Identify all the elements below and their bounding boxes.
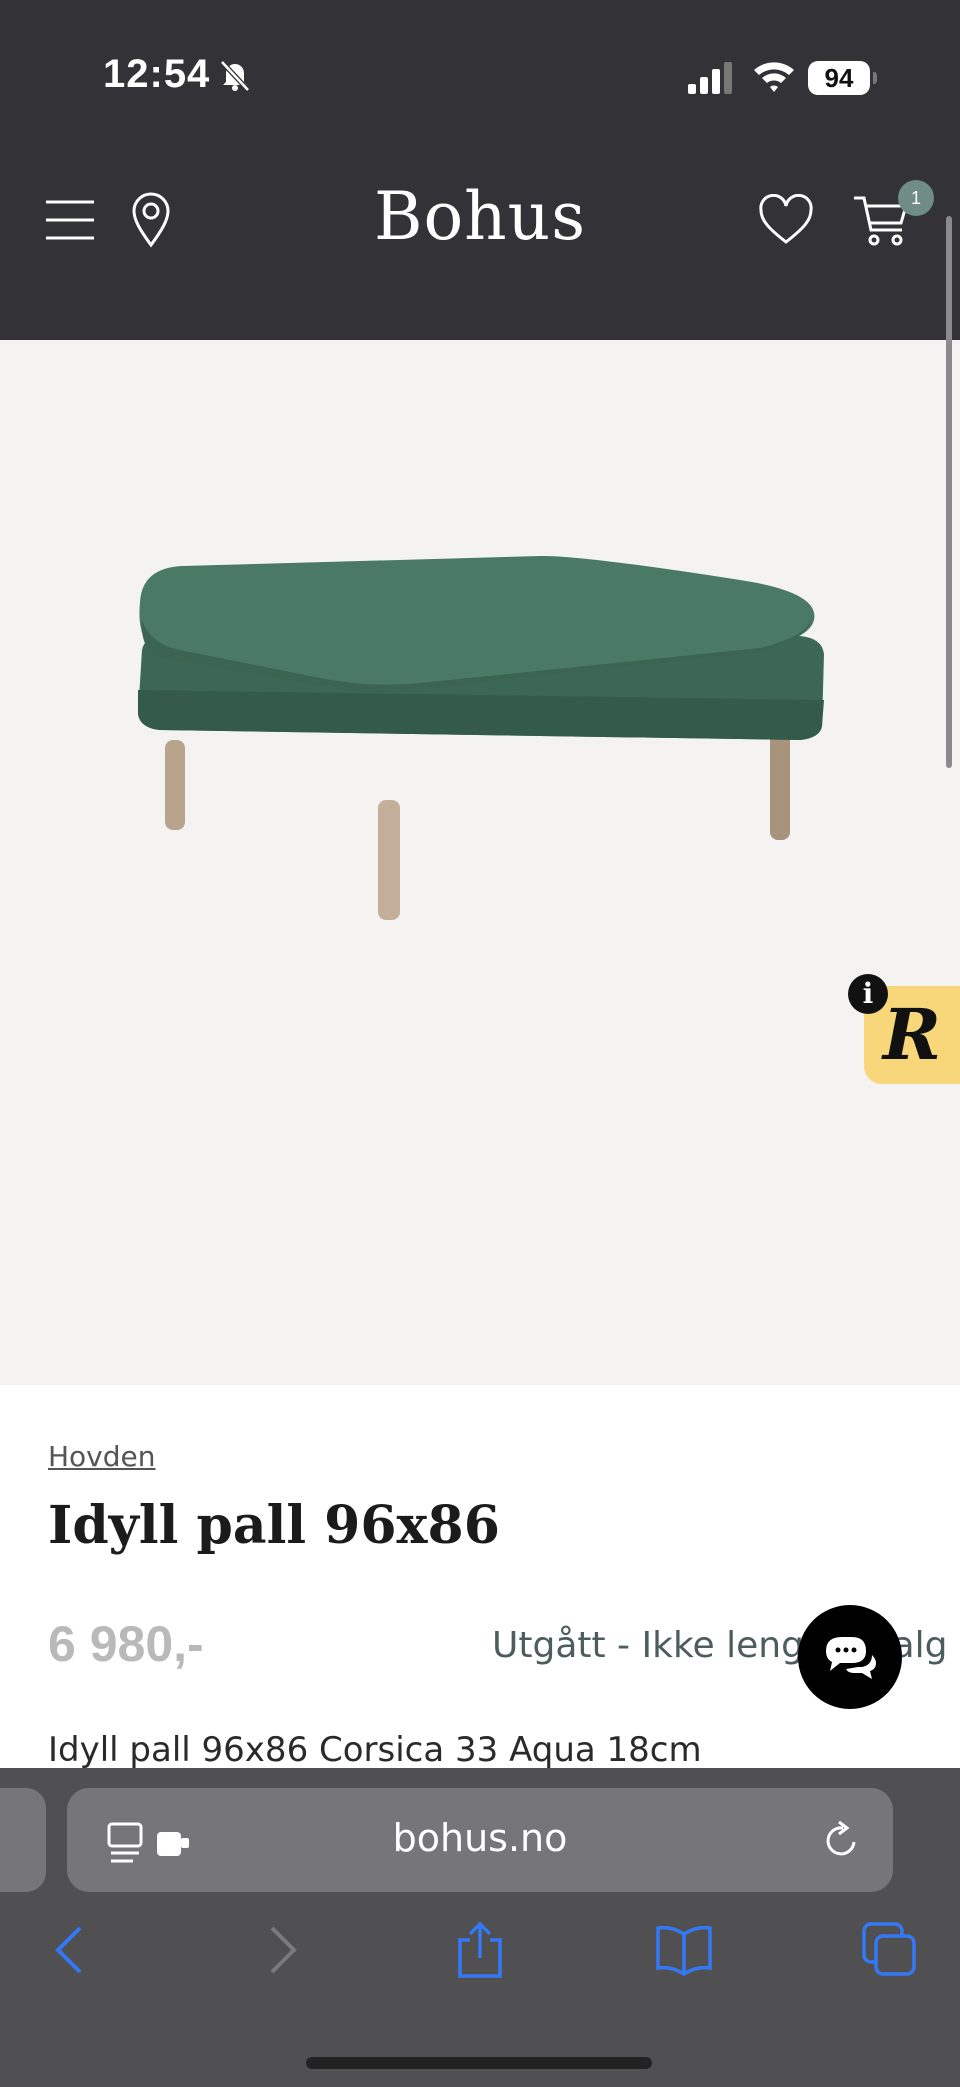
bell-slash-icon (220, 60, 250, 92)
hamburger-menu-icon[interactable] (46, 198, 94, 242)
breadcrumb-link[interactable]: Hovden (48, 1440, 156, 1473)
wifi-icon (754, 62, 794, 92)
status-time: 12:54 (103, 52, 211, 96)
page-settings-icon[interactable] (107, 1820, 207, 1864)
product-title: Idyll pall 96x86 (48, 1495, 500, 1556)
back-chevron-icon[interactable] (44, 1922, 100, 1978)
reload-icon[interactable] (821, 1820, 861, 1860)
product-info: Hovden Idyll pall 96x86 6 980,- Utgått -… (0, 1385, 960, 1770)
brand-logo[interactable]: Bohus (330, 178, 630, 255)
cellular-signal-icon (688, 62, 732, 94)
chat-button[interactable] (798, 1605, 902, 1709)
product-description: Idyll pall 96x86 Corsica 33 Aqua 18cm (48, 1730, 702, 1770)
home-indicator (306, 2057, 652, 2069)
bookmarks-icon[interactable] (656, 1922, 712, 1978)
url-text: bohus.no (392, 1816, 568, 1860)
tabs-icon[interactable] (862, 1922, 918, 1978)
battery-indicator: 94 (808, 61, 877, 95)
address-bar[interactable]: bohus.no (67, 1788, 893, 1892)
forward-chevron-icon[interactable] (252, 1922, 308, 1978)
scrollbar[interactable] (946, 216, 952, 768)
app-header: 12:54 94 Bohus 1 (0, 0, 960, 340)
heart-icon[interactable] (758, 194, 814, 246)
info-icon[interactable]: i (848, 974, 888, 1014)
product-gallery: R i (0, 340, 960, 1676)
previous-tab-preview[interactable] (0, 1788, 46, 1892)
location-pin-icon[interactable] (130, 192, 172, 248)
chat-bubbles-icon (826, 1637, 876, 1679)
cart-count-badge: 1 (898, 180, 934, 216)
share-icon[interactable] (452, 1922, 508, 1978)
product-price: 6 980,- (48, 1616, 204, 1672)
browser-toolbar: bohus.no (0, 1768, 960, 2087)
product-image[interactable] (120, 540, 840, 980)
